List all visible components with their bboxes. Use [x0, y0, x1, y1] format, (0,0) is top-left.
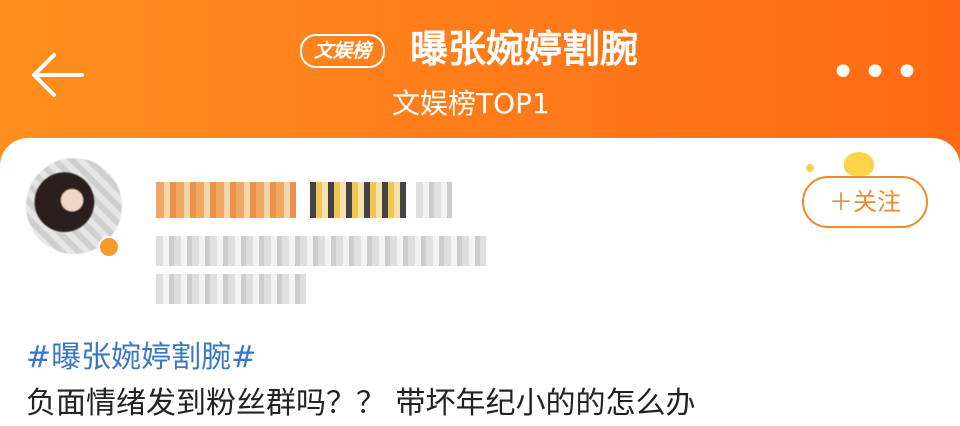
post-meta-redacted [156, 236, 486, 266]
back-arrow-icon[interactable] [28, 50, 88, 100]
username-redacted[interactable] [156, 182, 296, 218]
chick-icon [844, 152, 874, 176]
sparkle-icon [806, 164, 814, 172]
post-source-redacted [156, 274, 306, 304]
ranking-badge: 文娱榜 [300, 34, 386, 68]
more-icon[interactable]: ••• [830, 51, 926, 95]
page-title: 曝张婉婷割腕 [410, 27, 639, 71]
ranking-subtitle: 文娱榜TOP1 [392, 87, 550, 120]
follow-button[interactable]: ＋关注 [802, 176, 928, 228]
post-text: 负面情绪发到粉丝群吗？？ 带坏年纪小的的怎么办 [26, 386, 696, 421]
vip-badge-redacted [310, 182, 406, 218]
avatar-badge-icon [98, 236, 120, 258]
post-card: ＋关注 #曝张婉婷割腕# 负面情绪发到粉丝群吗？？ 带坏年纪小的的怎么办 [0, 138, 960, 424]
user-badge-redacted [416, 182, 452, 218]
hashtag-link[interactable]: #曝张婉婷割腕# [26, 336, 256, 380]
